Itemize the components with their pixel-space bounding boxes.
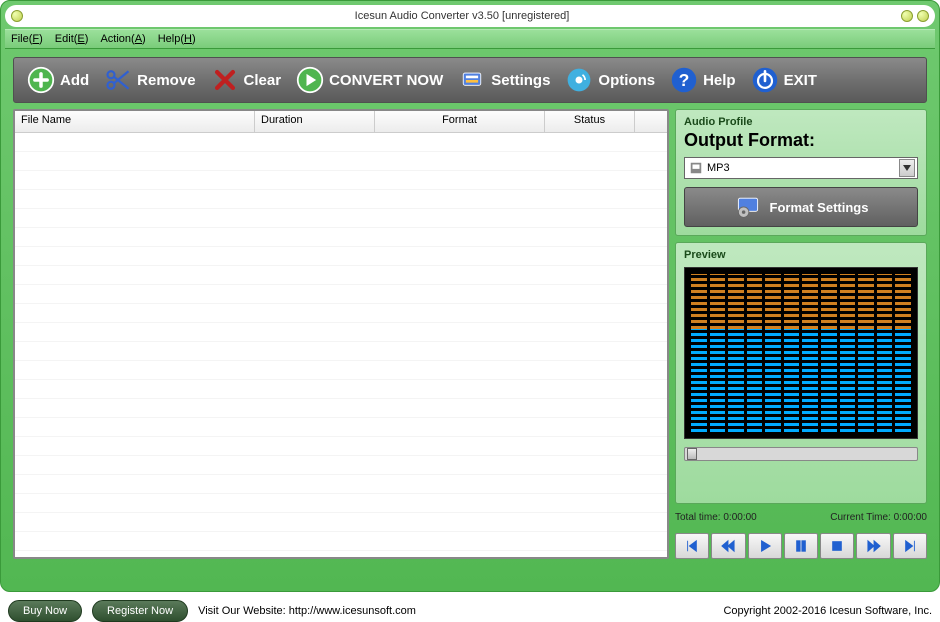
total-time: Total time: 0:00:00 xyxy=(675,512,757,523)
footer: Buy Now Register Now Visit Our Website: … xyxy=(8,600,932,622)
format-settings-icon xyxy=(734,192,762,223)
fast-forward-button[interactable] xyxy=(856,533,890,559)
vu-bar xyxy=(858,274,874,432)
register-now-button[interactable]: Register Now xyxy=(92,600,188,622)
add-button[interactable]: Add xyxy=(22,63,93,97)
current-time: Current Time: 0:00:00 xyxy=(830,512,927,523)
toolbar: Add Remove Clear CONVERT NOW Settings xyxy=(13,57,927,103)
help-button[interactable]: ? Help xyxy=(665,63,740,97)
format-settings-label: Format Settings xyxy=(770,200,869,215)
scissors-icon xyxy=(103,65,133,95)
plus-icon xyxy=(26,65,56,95)
time-row: Total time: 0:00:00 Current Time: 0:00:0… xyxy=(675,512,927,523)
main-area: File Name Duration Format Status Audio P… xyxy=(13,109,927,559)
stop-button[interactable] xyxy=(820,533,854,559)
vu-bar xyxy=(802,274,818,432)
play-icon xyxy=(295,65,325,95)
clear-button[interactable]: Clear xyxy=(206,63,286,97)
vu-bar xyxy=(728,274,744,432)
output-format-label: Output Format: xyxy=(684,130,918,151)
copyright-text: Copyright 2002-2016 Icesun Software, Inc… xyxy=(723,605,932,617)
website-link[interactable]: Visit Our Website: http://www.icesunsoft… xyxy=(198,605,416,617)
convert-button[interactable]: CONVERT NOW xyxy=(291,63,447,97)
options-label: Options xyxy=(598,72,655,89)
col-status[interactable]: Status xyxy=(545,111,635,132)
vu-bar xyxy=(691,274,707,432)
titlebar-orb-left[interactable] xyxy=(11,10,23,22)
settings-icon xyxy=(457,65,487,95)
convert-label: CONVERT NOW xyxy=(329,72,443,89)
x-icon xyxy=(210,65,240,95)
file-list-body[interactable] xyxy=(15,133,667,557)
col-filename[interactable]: File Name xyxy=(15,111,255,132)
vu-bar xyxy=(710,274,726,432)
preview-group: Preview xyxy=(675,242,927,504)
menu-edit[interactable]: Edit(E) xyxy=(55,33,89,45)
right-panel: Audio Profile Output Format: MP3 Format xyxy=(675,109,927,559)
col-format[interactable]: Format xyxy=(375,111,545,132)
rewind-button[interactable] xyxy=(711,533,745,559)
settings-button[interactable]: Settings xyxy=(453,63,554,97)
add-label: Add xyxy=(60,72,89,89)
vu-bar xyxy=(765,274,781,432)
clear-label: Clear xyxy=(244,72,282,89)
chevron-down-icon xyxy=(899,159,915,177)
file-list-panel: File Name Duration Format Status xyxy=(13,109,669,559)
power-icon xyxy=(750,65,780,95)
window-title: Icesun Audio Converter v3.50 [unregister… xyxy=(355,10,570,22)
preview-title: Preview xyxy=(684,249,918,261)
buy-now-button[interactable]: Buy Now xyxy=(8,600,82,622)
help-label: Help xyxy=(703,72,736,89)
skip-forward-button[interactable] xyxy=(893,533,927,559)
vu-bar xyxy=(840,274,856,432)
format-icon xyxy=(689,161,703,175)
seek-slider[interactable] xyxy=(684,447,918,461)
options-button[interactable]: Options xyxy=(560,63,659,97)
menu-help[interactable]: Help(H) xyxy=(158,33,196,45)
exit-label: EXIT xyxy=(784,72,817,89)
col-spacer xyxy=(635,111,667,132)
disc-icon xyxy=(564,65,594,95)
vu-bar xyxy=(747,274,763,432)
minimize-button[interactable] xyxy=(901,10,913,22)
vu-bar xyxy=(895,274,911,432)
vu-bar xyxy=(784,274,800,432)
vu-bar xyxy=(821,274,837,432)
slider-thumb[interactable] xyxy=(687,448,697,460)
vu-meter xyxy=(684,267,918,439)
audio-profile-title: Audio Profile xyxy=(684,116,918,128)
format-settings-button[interactable]: Format Settings xyxy=(684,187,918,227)
menu-file[interactable]: File(F) xyxy=(11,33,43,45)
col-duration[interactable]: Duration xyxy=(255,111,375,132)
svg-text:?: ? xyxy=(679,70,690,90)
output-format-value: MP3 xyxy=(707,162,899,174)
file-list-header: File Name Duration Format Status xyxy=(15,111,667,133)
audio-profile-group: Audio Profile Output Format: MP3 Format xyxy=(675,109,927,236)
remove-label: Remove xyxy=(137,72,195,89)
app-window: Icesun Audio Converter v3.50 [unregister… xyxy=(0,0,940,592)
playback-controls xyxy=(675,533,927,559)
titlebar: Icesun Audio Converter v3.50 [unregister… xyxy=(5,5,935,27)
help-icon: ? xyxy=(669,65,699,95)
pause-button[interactable] xyxy=(784,533,818,559)
menubar: File(F) Edit(E) Action(A) Help(H) xyxy=(5,29,935,49)
skip-back-button[interactable] xyxy=(675,533,709,559)
close-button[interactable] xyxy=(917,10,929,22)
exit-button[interactable]: EXIT xyxy=(746,63,821,97)
vu-bar xyxy=(877,274,893,432)
play-button[interactable] xyxy=(748,533,782,559)
settings-label: Settings xyxy=(491,72,550,89)
output-format-select[interactable]: MP3 xyxy=(684,157,918,179)
remove-button[interactable]: Remove xyxy=(99,63,199,97)
menu-action[interactable]: Action(A) xyxy=(100,33,145,45)
